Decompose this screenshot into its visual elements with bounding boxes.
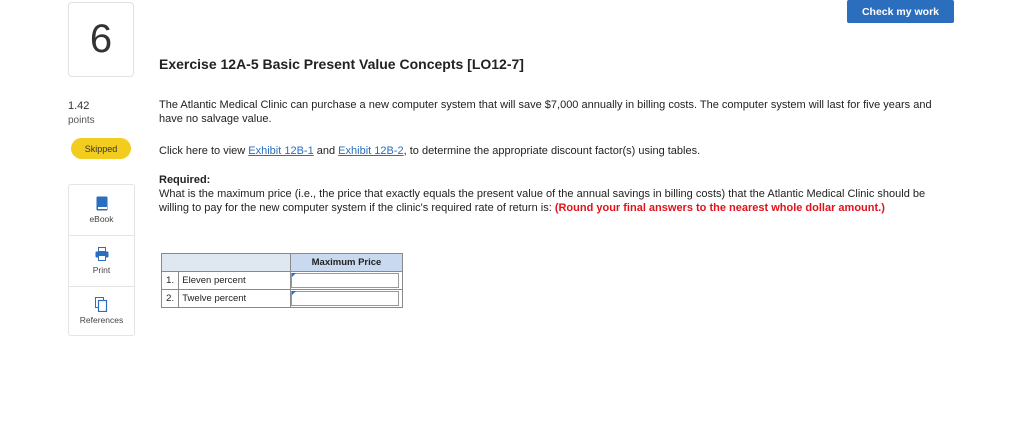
print-button[interactable]: Print (69, 236, 134, 287)
exhibit-and: and (313, 145, 339, 157)
rounding-note: (Round your final answers to the nearest… (554, 202, 885, 214)
row-number: 1. (160, 271, 180, 290)
input-flag-icon (292, 291, 296, 295)
header-blank-cell (161, 253, 291, 272)
answer-cell (290, 289, 403, 308)
exercise-title: Exercise 12A-5 Basic Present Value Conce… (159, 56, 524, 72)
exhibit-instructions: Click here to view Exhibit 12B-1 and Exh… (159, 144, 949, 158)
eleven-percent-input[interactable] (291, 273, 399, 288)
required-section: Required: What is the maximum price (i.e… (159, 173, 949, 215)
row-label: Twelve percent (178, 289, 291, 308)
exhibit-12b-1-link[interactable]: Exhibit 12B-1 (248, 145, 313, 157)
print-label: Print (92, 265, 111, 275)
table-row: 1. Eleven percent (160, 271, 403, 290)
references-icon (95, 296, 108, 312)
row-label: Eleven percent (178, 271, 291, 290)
input-flag-icon (292, 273, 296, 277)
page: 6 1.42 points Skipped eBook Print Refere… (0, 0, 1024, 425)
ebook-button[interactable]: eBook (69, 185, 134, 236)
check-my-work-button[interactable]: Check my work (847, 0, 954, 23)
exhibit-12b-2-link[interactable]: Exhibit 12B-2 (338, 145, 403, 157)
printer-icon (95, 246, 109, 262)
question-number: 6 (68, 2, 134, 77)
tools-panel: eBook Print References (68, 184, 135, 336)
table-row: 2. Twelve percent (160, 289, 403, 308)
problem-intro: The Atlantic Medical Clinic can purchase… (159, 99, 932, 125)
references-label: References (79, 315, 124, 325)
status-badge: Skipped (71, 138, 131, 159)
answer-table: Maximum Price 1. Eleven percent 2. Twelv… (160, 253, 403, 308)
exhibit-suffix: , to determine the appropriate discount … (403, 145, 701, 157)
book-icon (96, 195, 108, 211)
ebook-label: eBook (89, 214, 114, 224)
maximum-price-header: Maximum Price (290, 253, 403, 272)
references-button[interactable]: References (69, 286, 134, 336)
answer-cell (290, 271, 403, 290)
exhibit-prefix: Click here to view (159, 145, 249, 157)
points-label: points (68, 115, 95, 126)
row-number: 2. (160, 289, 180, 308)
points-value: 1.42 (68, 100, 90, 112)
required-label: Required: (159, 174, 211, 186)
twelve-percent-input[interactable] (291, 291, 399, 306)
answer-table-header-row: Maximum Price (161, 253, 403, 272)
